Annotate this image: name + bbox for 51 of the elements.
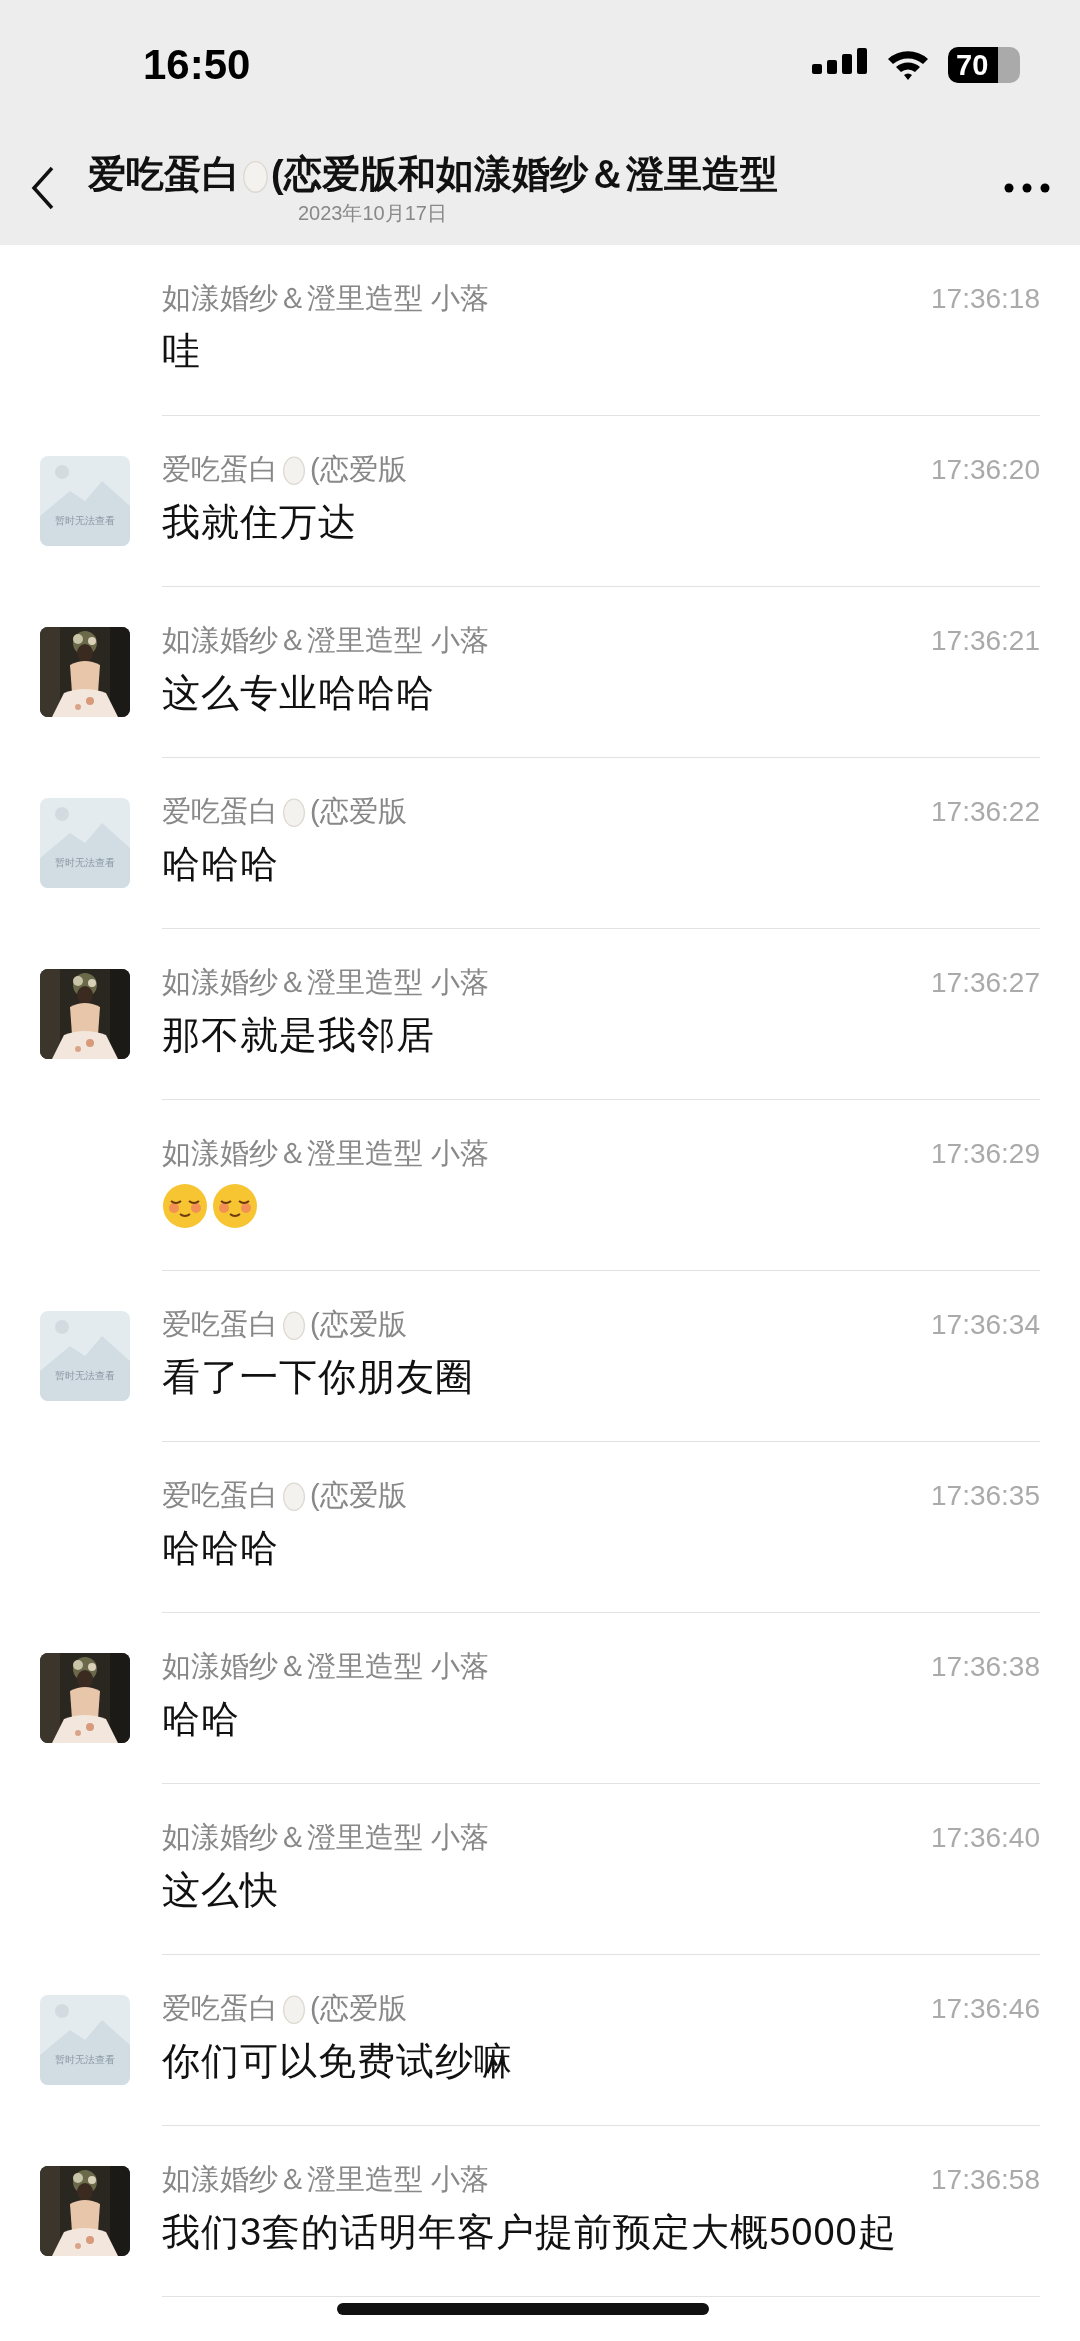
back-icon[interactable]	[30, 165, 56, 210]
message-time: 17:36:29	[931, 1138, 1040, 1170]
avatar-caption: 暂时无法查看	[54, 514, 116, 528]
sender-name: 如漾婚纱＆澄里造型 小落	[162, 1136, 490, 1171]
more-icon[interactable]	[1004, 182, 1050, 193]
avatar-caption: 暂时无法查看	[54, 856, 116, 870]
sender-name: 如漾婚纱＆澄里造型 小落	[162, 281, 490, 316]
clock: 16:50	[143, 41, 251, 89]
message-text: 哇	[162, 329, 202, 374]
message-text: 这么专业哈哈哈	[162, 671, 436, 716]
message-text: 哈哈哈	[162, 1526, 280, 1571]
message-text: 我们3套的话明年客户提前预定大概5000起	[162, 2210, 898, 2255]
message-text: 这么快	[162, 1868, 280, 1913]
egg-icon	[282, 1993, 306, 2025]
message-time: 17:36:35	[931, 1480, 1040, 1512]
message-time: 17:36:18	[931, 283, 1040, 315]
avatar-caption: 暂时无法查看	[54, 2053, 116, 2067]
egg-icon	[282, 454, 306, 486]
message-text: 那不就是我邻居	[162, 1013, 436, 1058]
sender-name: 爱吃蛋白 (恋爱版	[162, 1991, 407, 2027]
egg-icon	[282, 1480, 306, 1512]
sender-name: 爱吃蛋白 (恋爱版	[162, 1307, 407, 1343]
message-time: 17:36:38	[931, 1651, 1040, 1683]
chat-title: 爱吃蛋白 (恋爱版和如漾婚纱＆澄里造型	[88, 151, 778, 197]
message-text: 我就住万达	[162, 500, 358, 545]
sender-name: 爱吃蛋白 (恋爱版	[162, 794, 407, 830]
message-text: 你们可以免费试纱嘛	[162, 2039, 514, 2084]
egg-icon	[242, 158, 269, 195]
message-time: 17:36:22	[931, 796, 1040, 828]
message-time: 17:36:34	[931, 1309, 1040, 1341]
egg-icon	[282, 1309, 306, 1341]
battery-icon: 70	[948, 47, 1020, 83]
message-text: 哈哈哈	[162, 842, 280, 887]
avatar-caption: 暂时无法查看	[54, 1369, 116, 1383]
message-time: 17:36:40	[931, 1822, 1040, 1854]
sender-name: 如漾婚纱＆澄里造型 小落	[162, 965, 490, 1000]
sender-name: 爱吃蛋白 (恋爱版	[162, 452, 407, 488]
sender-name: 如漾婚纱＆澄里造型 小落	[162, 1820, 490, 1855]
egg-icon	[282, 796, 306, 828]
sender-name: 如漾婚纱＆澄里造型 小落	[162, 1649, 490, 1684]
chat-date: 2023年10月17日	[298, 200, 447, 226]
sender-name: 如漾婚纱＆澄里造型 小落	[162, 2162, 490, 2197]
message-time: 17:36:46	[931, 1993, 1040, 2025]
message-time: 17:36:58	[931, 2164, 1040, 2196]
sender-name: 爱吃蛋白 (恋爱版	[162, 1478, 407, 1514]
message-time: 17:36:20	[931, 454, 1040, 486]
message-time: 17:36:27	[931, 967, 1040, 999]
message-time: 17:36:21	[931, 625, 1040, 657]
sender-name: 如漾婚纱＆澄里造型 小落	[162, 623, 490, 658]
message-text: 哈哈	[162, 1697, 241, 1742]
message-text: 看了一下你朋友圈	[162, 1355, 475, 1400]
